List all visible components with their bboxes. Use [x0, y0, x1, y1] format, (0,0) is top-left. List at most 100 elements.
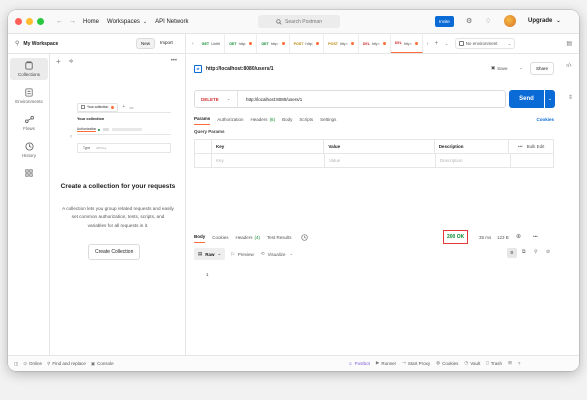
upgrade-button[interactable]: Upgrade ⌄	[528, 18, 561, 24]
request-tab[interactable]: GET Untitl	[198, 34, 226, 53]
request-tab[interactable]: DEL http:	[359, 34, 391, 53]
request-tab[interactable]: DEL http:	[390, 34, 423, 53]
online-status[interactable]: Online	[29, 361, 42, 366]
save-button[interactable]: ▣ Save	[491, 65, 508, 71]
request-tab[interactable]: GET http:	[257, 34, 290, 53]
url-bar: DELETE ⌄ http://localhost:8080/users/1	[194, 90, 506, 108]
tab-params[interactable]: Params	[194, 113, 211, 125]
runner-button[interactable]: Runner	[381, 361, 396, 366]
bulk-edit-link[interactable]: Bulk Edit	[527, 144, 545, 149]
sidebar-item-flows[interactable]: Flows	[10, 112, 48, 134]
tabs-dropdown-icon[interactable]: ⌄	[444, 41, 448, 47]
import-button[interactable]: Import	[160, 40, 173, 45]
raw-view-icon: ▤	[198, 251, 203, 256]
new-tab-icon[interactable]: +	[434, 40, 438, 47]
send-button[interactable]: Send	[509, 90, 544, 108]
search-placeholder: Search Postman	[285, 18, 322, 25]
request-tab[interactable]: GET http:	[225, 34, 258, 53]
minimize-window-button[interactable]	[26, 18, 33, 25]
unsaved-dot	[111, 105, 115, 109]
tab-headers[interactable]: Headers (6)	[251, 113, 276, 125]
copy-icon[interactable]: ⧉	[522, 249, 526, 255]
tab-scripts[interactable]: Scripts	[299, 113, 313, 125]
save-options-chevron-icon[interactable]: ⌄	[519, 65, 523, 71]
tabs-scroll-left-icon[interactable]: ‹	[192, 41, 194, 47]
globe-icon[interactable]: ⊕	[516, 233, 521, 240]
settings-gear-icon[interactable]: ⚙	[466, 17, 472, 25]
request-tab[interactable]: POST http:	[290, 34, 325, 53]
more-options-icon[interactable]: •••	[171, 58, 177, 64]
workspace-name[interactable]: My Workspace	[23, 41, 58, 47]
start-proxy-button[interactable]: Start Proxy	[408, 361, 430, 366]
sidebar-item-environments[interactable]: Environments	[10, 85, 48, 107]
description-input[interactable]: Description	[436, 154, 511, 167]
send-options-chevron-icon[interactable]: ⌄	[545, 90, 555, 108]
more-options-icon[interactable]: •••	[518, 144, 523, 149]
sidebar-toggle-icon[interactable]: ⇕	[568, 94, 573, 101]
collapse-chevron-icon[interactable]: ‹	[70, 134, 72, 140]
response-tab-body[interactable]: Body	[194, 231, 206, 243]
response-tab-headers[interactable]: Headers (4)	[236, 231, 261, 243]
trash-button[interactable]: Trash	[491, 361, 502, 366]
code-snippet-icon[interactable]: ‹/›	[566, 63, 572, 69]
search-icon[interactable]: ⚲	[534, 249, 538, 255]
notification-bell-icon[interactable]: ♢	[485, 17, 491, 25]
response-tab-cookies[interactable]: Cookies	[212, 231, 228, 243]
sidebar-item-history[interactable]: History	[10, 139, 48, 161]
workspaces-menu[interactable]: Workspaces ⌄	[107, 19, 147, 25]
unsaved-dot	[350, 42, 354, 45]
close-window-button[interactable]	[15, 18, 22, 25]
preview-button[interactable]: Preview	[238, 252, 254, 257]
sidebar-item-configure[interactable]	[10, 166, 48, 180]
share-button[interactable]: Share	[530, 62, 555, 75]
environment-selector[interactable]: No environment ⌄	[454, 38, 516, 49]
upgrade-label: Upgrade	[528, 18, 553, 24]
key-input[interactable]: Key	[212, 154, 325, 167]
api-network-link[interactable]: API Network	[155, 19, 188, 25]
visualize-button[interactable]: Visualize	[268, 252, 286, 257]
request-tab[interactable]: POST http:	[324, 34, 359, 53]
more-options-icon[interactable]: •••	[533, 234, 538, 239]
online-icon: ⊙	[23, 360, 28, 366]
layout-icon[interactable]: ⊞	[508, 360, 512, 366]
link-icon[interactable]: ⊘	[546, 249, 550, 255]
maximize-window-button[interactable]	[37, 18, 44, 25]
tab-authorization[interactable]: Authorization	[217, 113, 243, 125]
back-arrow-icon[interactable]: ←	[56, 18, 63, 25]
cookies-link[interactable]: Cookies	[536, 117, 554, 122]
search-bar[interactable]: Search Postman	[258, 15, 340, 28]
vault-button[interactable]: Vault	[470, 361, 480, 366]
console-button[interactable]: Console	[97, 361, 114, 366]
find-replace-button[interactable]: Find and replace	[52, 361, 86, 366]
filter-icon[interactable]: ≑	[69, 58, 74, 65]
footer-cookies-button[interactable]: Cookies	[442, 361, 458, 366]
response-history-icon[interactable]	[300, 233, 308, 241]
sidebar-item-label: Flows	[23, 126, 35, 131]
environment-quicklook-icon[interactable]: ▤	[566, 40, 572, 47]
query-params-title: Query Params	[194, 129, 225, 134]
tabs-scroll-right-icon[interactable]: ›	[427, 41, 429, 47]
more-icon: •••	[129, 104, 134, 110]
invite-button[interactable]: Invite	[435, 16, 454, 27]
method-selector[interactable]: DELETE ⌄	[195, 91, 238, 107]
add-icon[interactable]: +	[56, 57, 61, 66]
avatar[interactable]	[504, 15, 516, 27]
tab-body[interactable]: Body	[282, 113, 292, 125]
value-input[interactable]: Value	[325, 154, 436, 167]
tab-settings[interactable]: Settings	[320, 113, 336, 125]
forward-arrow-icon[interactable]: →	[69, 18, 76, 25]
help-icon[interactable]: ?	[518, 361, 521, 366]
filter-lines-icon[interactable]: ≡	[507, 248, 517, 258]
visualize-icon: ⟲	[260, 251, 265, 256]
postbot-button[interactable]: Postbot	[355, 361, 370, 366]
new-button[interactable]: New	[136, 38, 156, 49]
home-link[interactable]: Home	[83, 19, 99, 25]
toggle-sidebar-icon[interactable]: ◫	[14, 361, 18, 367]
response-tab-test-results[interactable]: Test Results	[267, 231, 292, 243]
url-input[interactable]: http://localhost:8080/users/1	[246, 97, 302, 102]
create-collection-button[interactable]: Create Collection	[88, 244, 141, 260]
raw-view-selector[interactable]: ▤ Raw ⌄	[194, 248, 226, 260]
chevron-down-icon[interactable]: ⌄	[290, 251, 294, 257]
sidebar-item-collections[interactable]: Collections	[10, 58, 48, 80]
find-icon: ⚲	[47, 360, 51, 366]
